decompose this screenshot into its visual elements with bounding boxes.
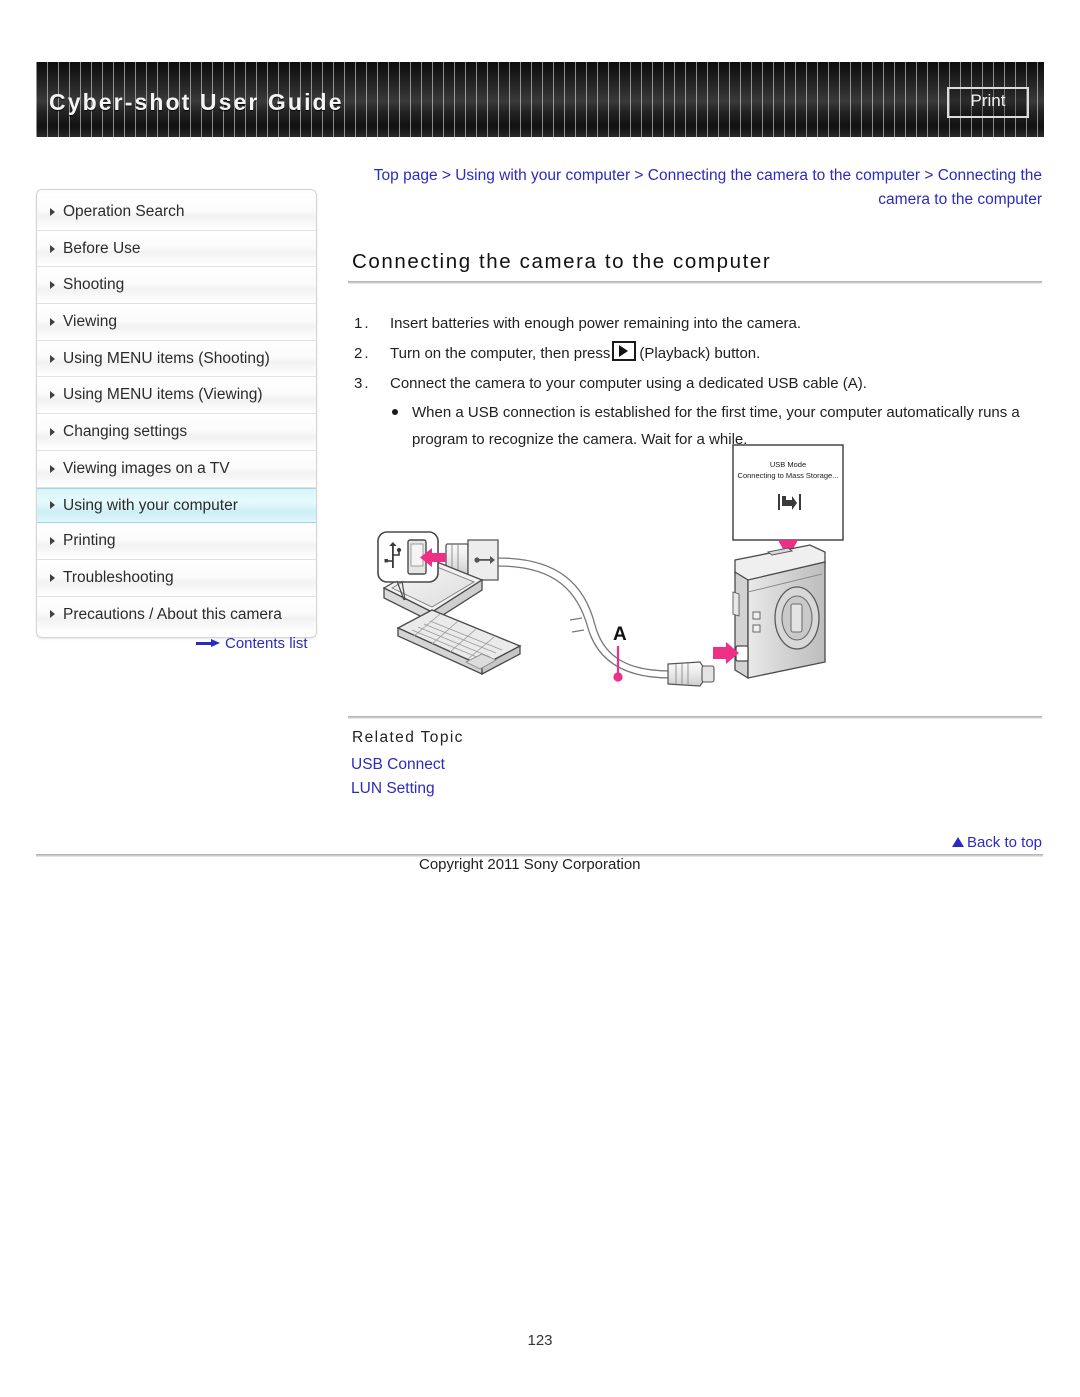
sidebar-nav: Operation Search Before Use Shooting Vie… — [36, 189, 317, 639]
contents-list-label: Contents list — [225, 635, 308, 652]
sidebar-item-label: Shooting — [63, 276, 125, 294]
step-text: Insert batteries with enough power remai… — [390, 315, 802, 332]
breadcrumb-separator: > — [630, 167, 648, 184]
camera-illustration — [732, 544, 826, 680]
chevron-right-icon — [50, 610, 55, 619]
usb-cable — [497, 557, 671, 679]
chevron-right-icon — [50, 244, 55, 253]
triangle-up-icon — [951, 837, 964, 847]
sidebar-item-label: Viewing images on a TV — [63, 459, 230, 477]
back-to-top-label: Back to top — [966, 834, 1042, 851]
sidebar-item-printing[interactable]: Printing — [37, 523, 316, 560]
bullet-dot-icon — [392, 409, 398, 415]
svg-text:Connecting to Mass Storage...: Connecting to Mass Storage... — [738, 471, 839, 480]
breadcrumb: Top page > Using with your computer > Co… — [352, 164, 1042, 212]
chevron-right-icon — [50, 464, 55, 473]
chevron-right-icon — [50, 573, 55, 582]
step-number: 1. — [354, 315, 371, 332]
chevron-right-icon — [50, 501, 55, 510]
sidebar-item-changing-settings[interactable]: Changing settings — [37, 414, 316, 451]
sidebar-item-label: Changing settings — [63, 423, 188, 441]
sidebar-item-troubleshooting[interactable]: Troubleshooting — [37, 559, 316, 597]
sidebar-item-label: Before Use — [63, 239, 141, 257]
contents-list-link[interactable]: Contents list — [196, 635, 308, 652]
copyright-text: Copyright 2011 Sony Corporation — [419, 856, 641, 873]
sidebar-item-shooting[interactable]: Shooting — [37, 267, 316, 305]
sidebar-item-using-with-your-computer[interactable]: Using with your computer — [37, 487, 316, 524]
step-3: 3. Connect the camera to your computer u… — [352, 369, 1046, 399]
sidebar-item-label: Using MENU items (Shooting) — [63, 349, 270, 367]
sidebar-item-label: Viewing — [63, 313, 118, 331]
sidebar-item-label: Troubleshooting — [63, 568, 174, 586]
svg-text:A: A — [613, 624, 627, 645]
sidebar-item-precautions-about-this-camera[interactable]: Precautions / About this camera — [37, 596, 316, 633]
chevron-right-icon — [50, 354, 55, 363]
sidebar-item-viewing[interactable]: Viewing — [37, 304, 316, 341]
related-link-usb-connect[interactable]: USB Connect — [351, 756, 445, 774]
related-topic-heading: Related Topic — [352, 729, 464, 746]
breadcrumb-item-1[interactable]: Using with your computer — [455, 167, 630, 184]
playback-icon — [612, 341, 637, 361]
sidebar-item-viewing-images-on-a-tv[interactable]: Viewing images on a TV — [37, 450, 316, 488]
chevron-right-icon — [50, 317, 55, 326]
step-number: 2. — [354, 345, 371, 362]
back-to-top-link[interactable]: Back to top — [951, 834, 1042, 851]
page-title: Connecting the camera to the computer — [352, 250, 772, 273]
sidebar-item-label: Printing — [63, 532, 116, 550]
svg-text:USB Mode: USB Mode — [770, 460, 806, 469]
breadcrumb-separator: > — [437, 167, 456, 184]
sidebar-item-operation-search[interactable]: Operation Search — [37, 194, 316, 231]
breadcrumb-item-0[interactable]: Top page — [374, 167, 438, 184]
chevron-right-icon — [50, 207, 55, 216]
chevron-right-icon — [50, 537, 55, 546]
title-divider — [348, 281, 1042, 284]
sidebar-item-label: Using MENU items (Viewing) — [63, 386, 263, 404]
page-number: 123 — [527, 1332, 553, 1349]
sidebar-item-label: Using with your computer — [63, 496, 238, 514]
breadcrumb-item-2[interactable]: Connecting the camera to the computer — [648, 167, 920, 184]
related-divider — [348, 716, 1042, 719]
step-text-before: Turn on the computer, then press — [390, 345, 611, 362]
step-text-after: (Playback) button. — [639, 345, 761, 362]
breadcrumb-separator: > — [920, 167, 938, 184]
sidebar-item-before-use[interactable]: Before Use — [37, 230, 316, 268]
header-banner: Cyber-shot User Guide Print — [36, 62, 1044, 137]
step-1: 1. Insert batteries with enough power re… — [352, 309, 1046, 339]
usb-mini-connector — [667, 661, 715, 687]
arrow-right-icon — [196, 639, 220, 647]
sidebar-item-label: Operation Search — [63, 203, 185, 220]
step-2: 2. Turn on the computer, then press (Play… — [352, 339, 1046, 369]
chevron-right-icon — [50, 281, 55, 290]
sidebar-item-using-menu-items-shooting[interactable]: Using MENU items (Shooting) — [37, 340, 316, 378]
sidebar-item-using-menu-items-viewing[interactable]: Using MENU items (Viewing) — [37, 377, 316, 415]
instruction-steps: 1. Insert batteries with enough power re… — [352, 309, 1046, 453]
print-button[interactable]: Print — [947, 87, 1029, 118]
related-link-lun-setting[interactable]: LUN Setting — [351, 780, 435, 798]
lcd-popup: USB Mode Connecting to Mass Storage... — [732, 444, 844, 541]
step-text: Connect the camera to your computer usin… — [390, 375, 867, 392]
cable-label-a: A — [613, 624, 627, 682]
chevron-right-icon — [50, 427, 55, 436]
step-number: 3. — [354, 375, 371, 392]
connection-illustration: USB Mode Connecting to Mass Storage... A — [370, 440, 870, 702]
page-title-header: Cyber-shot User Guide — [49, 89, 344, 115]
chevron-right-icon — [50, 391, 55, 400]
sidebar-item-label: Precautions / About this camera — [63, 605, 282, 623]
